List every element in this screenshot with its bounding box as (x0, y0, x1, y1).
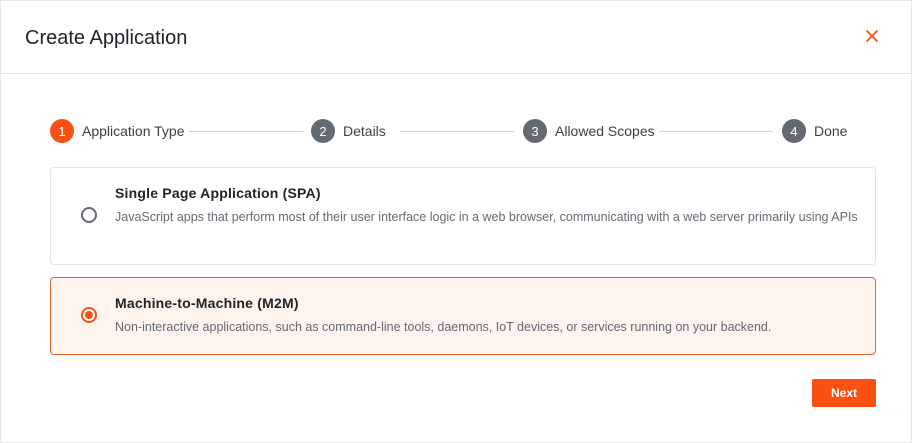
step-connector (400, 131, 514, 132)
dialog-header: Create Application (1, 1, 911, 74)
step-label: Done (814, 123, 848, 139)
step-label: Allowed Scopes (555, 123, 655, 139)
radio-spa[interactable] (81, 207, 97, 223)
option-m2m[interactable]: Machine-to-Machine (M2M) Non-interactive… (50, 277, 876, 355)
dialog-title: Create Application (25, 27, 188, 49)
step-allowed-scopes: 3 Allowed Scopes (523, 119, 655, 143)
radio-m2m[interactable] (81, 307, 97, 323)
stepper: 1 Application Type 2 Details 3 Allowed S… (50, 119, 847, 143)
step-number: 3 (523, 119, 547, 143)
create-application-dialog: Create Application 1 Application Type 2 … (0, 0, 912, 443)
option-description: Non-interactive applications, such as co… (115, 320, 772, 334)
step-application-type: 1 Application Type (50, 119, 184, 143)
step-number: 1 (50, 119, 74, 143)
close-icon[interactable] (863, 27, 881, 45)
option-title: Single Page Application (SPA) (115, 185, 321, 201)
step-details: 2 Details (311, 119, 386, 143)
next-button[interactable]: Next (812, 379, 876, 407)
option-spa[interactable]: Single Page Application (SPA) JavaScript… (50, 167, 876, 265)
option-title: Machine-to-Machine (M2M) (115, 295, 299, 311)
step-label: Details (343, 123, 386, 139)
step-number: 4 (782, 119, 806, 143)
option-description: JavaScript apps that perform most of the… (115, 210, 858, 224)
step-connector (659, 131, 773, 132)
step-done: 4 Done (782, 119, 847, 143)
step-connector (189, 131, 303, 132)
step-label: Application Type (82, 123, 185, 139)
step-number: 2 (311, 119, 335, 143)
